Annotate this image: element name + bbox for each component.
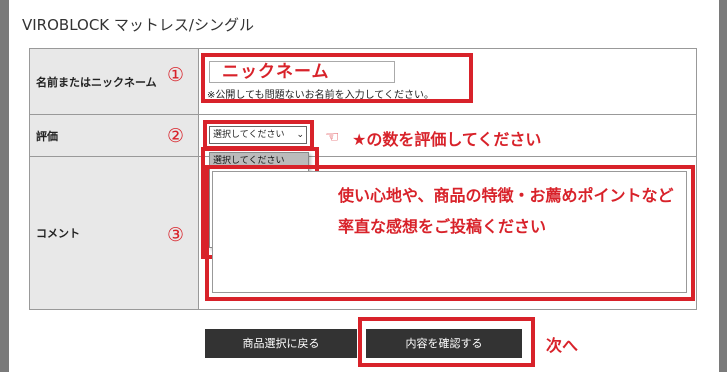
highlight-box-rating-select [203, 120, 314, 150]
step-1-marker: ① [167, 64, 185, 86]
comment-hint-text: 使い心地や、商品の特徴・お薦めポイントなど率直な感想をご投稿ください [338, 186, 674, 236]
row-divider [30, 114, 696, 115]
rating-hint-text: ★の数を評価してください [352, 130, 542, 149]
highlight-box-nickname [201, 53, 473, 103]
product-title: VIROBLOCK マットレス/シングル [22, 16, 254, 34]
row-divider [30, 156, 696, 157]
highlight-box-confirm [358, 317, 535, 367]
step-2-marker: ② [167, 125, 185, 147]
pointing-hand-icon: ☜ [325, 127, 340, 146]
column-divider [198, 49, 199, 309]
back-to-product-button[interactable]: 商品選択に戻る [205, 329, 357, 358]
step-3-marker: ③ [167, 224, 185, 246]
next-step-label: 次へ [546, 336, 579, 355]
